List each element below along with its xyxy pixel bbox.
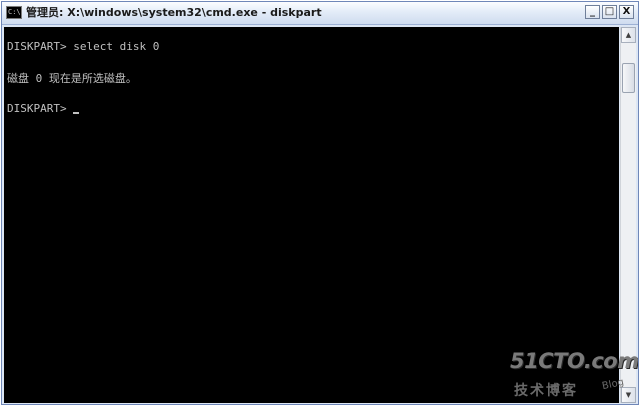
close-button[interactable]: X bbox=[619, 5, 634, 19]
cmd-icon[interactable]: C:\ bbox=[6, 6, 22, 19]
scroll-thumb[interactable] bbox=[622, 63, 635, 93]
watermark-blog-tag: Blog bbox=[601, 376, 626, 393]
console-line: 磁盘 0 现在是所选磁盘。 bbox=[7, 72, 137, 85]
scroll-up-button[interactable]: ▲ bbox=[621, 27, 636, 43]
watermark-subtitle: 技术博客 bbox=[514, 383, 578, 399]
title-bar[interactable]: C:\ 管理员: X:\windows\system32\cmd.exe - d… bbox=[2, 2, 638, 25]
watermark-logo-text: 51CTO.com bbox=[510, 349, 639, 373]
vertical-scrollbar[interactable]: ▲ ▼ bbox=[620, 27, 636, 403]
minimize-button[interactable]: _ bbox=[585, 5, 600, 19]
console-output[interactable]: DISKPART> select disk 0 磁盘 0 现在是所选磁盘。 DI… bbox=[4, 27, 619, 403]
console-prompt: DISKPART> bbox=[7, 102, 74, 115]
console-window: C:\ 管理员: X:\windows\system32\cmd.exe - d… bbox=[1, 1, 639, 405]
window-controls: _ □ X bbox=[583, 5, 634, 21]
window-title: 管理员: X:\windows\system32\cmd.exe - diskp… bbox=[26, 6, 322, 19]
console-line: DISKPART> select disk 0 bbox=[7, 40, 160, 53]
text-cursor bbox=[73, 112, 80, 114]
maximize-button[interactable]: □ bbox=[602, 5, 617, 19]
console-prompt-line: DISKPART> bbox=[7, 102, 80, 116]
site-watermark: 51CTO.com 技术博客 Blog bbox=[510, 349, 639, 404]
